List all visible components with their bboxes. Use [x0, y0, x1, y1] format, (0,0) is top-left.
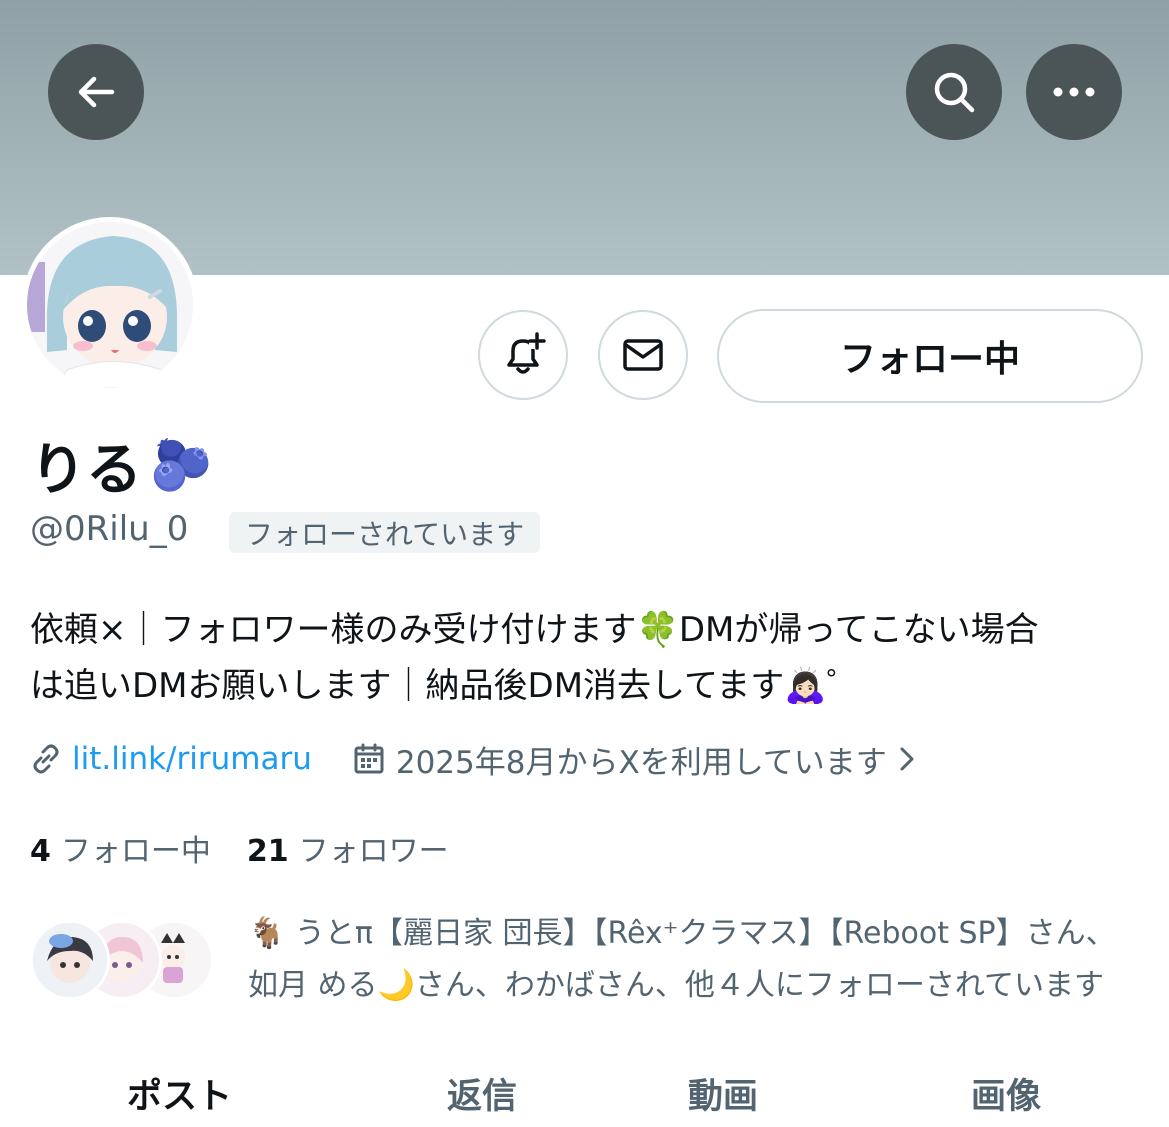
profile-link[interactable]: lit.link/rirumaru — [72, 741, 312, 777]
calendar-icon — [354, 743, 384, 774]
more-horizontal-icon — [1053, 87, 1095, 97]
tab-images[interactable]: 画像 — [971, 1068, 1041, 1119]
bell-plus-icon — [507, 332, 546, 374]
display-name: りる — [30, 438, 142, 503]
profile-banner[interactable] — [0, 0, 1169, 275]
display-name-row: りる 🫐 — [30, 425, 212, 506]
mail-icon — [623, 339, 663, 371]
notify-button[interactable] — [478, 310, 568, 400]
following-label: フォロー中 — [60, 834, 211, 869]
follows-you-badge: フォローされています — [229, 512, 541, 553]
follow-counts: 4 フォロー中 21 フォロワー — [30, 826, 449, 870]
followers-you-know-avatars[interactable] — [30, 920, 220, 1004]
tab-videos[interactable]: 動画 — [688, 1068, 758, 1119]
message-button[interactable] — [598, 310, 688, 400]
arrow-left-icon — [78, 76, 115, 108]
avatar-illustration — [27, 222, 193, 388]
followers-you-know-text[interactable]: 🐐 うとπ【麗日家 団長】【Rêx⁺クラマス】【Reboot SP】さん、 如月… — [248, 908, 1153, 1012]
back-button[interactable] — [48, 44, 144, 140]
followers-count-link[interactable]: 21 フォロワー — [247, 826, 449, 870]
blueberry-emoji: 🫐 — [150, 436, 213, 494]
followers-count: 21 — [246, 834, 289, 869]
tab-replies[interactable]: 返信 — [447, 1068, 517, 1119]
profile-tabs: ポスト 返信 動画 画像 — [0, 1058, 1169, 1127]
user-handle: @0Rilu_0 — [30, 509, 189, 549]
tab-posts[interactable]: ポスト — [127, 1068, 232, 1119]
mutual-avatar — [30, 920, 110, 1000]
following-count-link[interactable]: 4 フォロー中 — [30, 826, 211, 870]
search-button[interactable] — [906, 44, 1002, 140]
followed-by-line: 🐐 うとπ【麗日家 団長】【Rêx⁺クラマス】【Reboot SP】さん、 — [248, 916, 1116, 951]
following-button[interactable]: フォロー中 — [717, 309, 1143, 403]
bio-line: は追いDMお願いします｜納品後DM消去してます🙇🏻‍♀️゜ — [30, 666, 861, 706]
bio-line: 依頼×｜フォロワー様のみ受け付けます🍀DMが帰ってこない場合 — [30, 610, 1039, 650]
more-options-button[interactable] — [1026, 44, 1122, 140]
chevron-right-icon[interactable] — [895, 744, 919, 774]
followed-by-line: 如月 める🌙さん、わかばさん、他４人にフォローされています — [248, 968, 1104, 1003]
profile-meta: lit.link/rirumaru 2025年8月からXを利用しています — [28, 736, 919, 782]
profile-bio: 依頼×｜フォロワー様のみ受け付けます🍀DMが帰ってこない場合 は追いDMお願いし… — [30, 602, 1150, 714]
search-icon — [934, 72, 975, 113]
link-icon — [33, 744, 59, 774]
joined-date[interactable]: 2025年8月からXを利用しています — [396, 737, 887, 782]
avatar-border — [22, 217, 198, 393]
avatar[interactable] — [27, 222, 193, 388]
following-count: 4 — [30, 834, 51, 869]
followers-label: フォロワー — [298, 834, 449, 869]
